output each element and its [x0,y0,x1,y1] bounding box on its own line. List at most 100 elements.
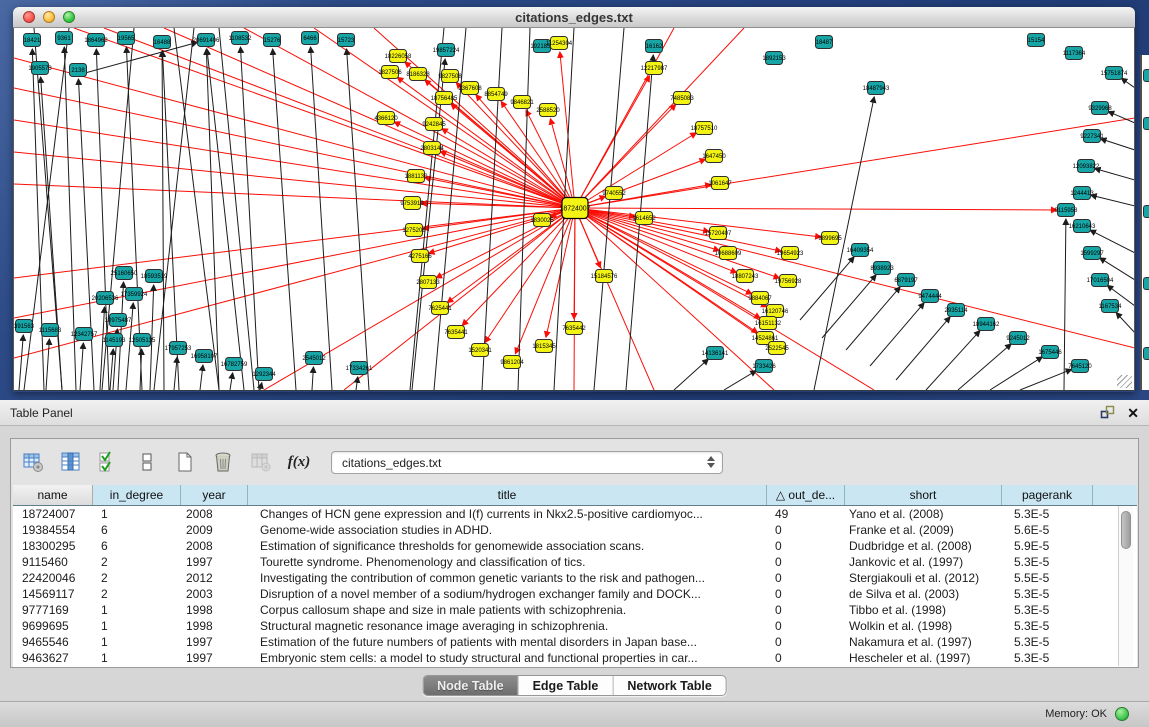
graph-node[interactable]: 4275166 [408,250,432,263]
graph-node[interactable]: 15276 [264,34,282,47]
graph-node[interactable]: 1167534 [1099,300,1123,313]
column-header[interactable]: in_degree [93,485,181,505]
graph-node[interactable]: 1614652 [632,212,656,225]
graph-node[interactable]: 1275206 [402,224,426,237]
graph-node[interactable]: 391563 [14,320,35,333]
graph-node[interactable]: 1675446 [1038,346,1062,359]
graph-node[interactable]: 1733426 [752,360,776,373]
float-panel-icon[interactable] [1100,405,1115,420]
column-header[interactable]: year [181,485,248,505]
graph-node[interactable]: 2545012 [302,352,326,365]
graph-node[interactable]: 6879197 [894,274,918,287]
graph-node[interactable]: 9242845 [422,118,446,131]
create-column-icon[interactable] [173,450,197,474]
table-selector-dropdown[interactable]: citations_edges.txt [331,451,723,474]
close-panel-icon[interactable]: ✕ [1127,406,1139,420]
graph-node[interactable]: 2522545 [765,342,789,355]
graph-node[interactable]: 15720407 [705,227,732,240]
graph-node[interactable]: 20691406 [193,34,220,47]
column-header[interactable]: name [13,485,93,505]
graph-node[interactable]: 17957253 [165,342,192,355]
graph-node[interactable]: 8938923 [870,262,894,275]
graph-node[interactable]: 19565 [118,32,136,45]
graph-node[interactable]: 17359924 [121,288,148,301]
row-height-icon[interactable] [135,450,159,474]
graph-node[interactable]: 18487943 [863,82,890,95]
column-header[interactable]: short [845,485,1002,505]
graph-node[interactable]: 18487 [816,36,834,49]
table-row[interactable]: 911546021997Tourette syndrome. Phenomeno… [13,554,1137,570]
graph-node[interactable]: 2803144 [420,142,444,155]
table-row[interactable]: 1938455462009Genome-wide association stu… [13,522,1137,538]
table-row[interactable]: 977716911998Corpus callosum shape and si… [13,602,1137,618]
graph-node[interactable]: 12217987 [641,62,668,75]
graph-node[interactable]: 9827508 [438,70,462,83]
graph-node[interactable]: 1905573 [28,62,52,75]
graph-node[interactable]: 16151132 [755,317,782,330]
graph-node[interactable]: 1815345 [532,340,556,353]
table-row[interactable]: 1830029562008Estimation of significance … [13,538,1137,554]
tab-edge-table[interactable]: Edge Table [519,676,614,695]
graph-node[interactable]: 2807133 [416,276,440,289]
tab-node-table[interactable]: Node Table [423,676,518,695]
graph-node[interactable]: 1892153 [762,52,786,65]
table-scrollbar-thumb[interactable] [1121,511,1131,549]
graph-node[interactable]: 18807243 [732,270,759,283]
network-canvas[interactable]: 1842193611864962195651648820691406110853… [13,28,1135,391]
graph-node[interactable]: 16162 [646,40,664,53]
graph-node[interactable]: 9884067 [748,292,772,305]
graph-node[interactable]: 12342757 [71,328,98,341]
function-builder-icon[interactable]: f(x) [287,450,311,474]
table-row[interactable]: 969969511998Structural magnetic resonanc… [13,618,1137,634]
graph-node[interactable]: 7625441 [428,302,452,315]
select-columns-icon[interactable] [59,450,83,474]
graph-node[interactable]: 1061647 [708,177,732,190]
graph-node[interactable]: 7635441 [444,326,468,339]
graph-node[interactable]: 9846821 [510,96,534,109]
tab-network-table[interactable]: Network Table [613,676,726,695]
table-row[interactable]: 946554611997Estimation of the future num… [13,634,1137,650]
delete-column-icon[interactable] [211,450,235,474]
graph-node[interactable]: 1599297 [1080,247,1104,260]
window-resize-grip[interactable] [1117,375,1132,388]
graph-node[interactable]: 7485083 [670,92,694,105]
graph-node[interactable]: 1244413 [1070,187,1094,200]
table-mode-icon[interactable] [21,450,45,474]
graph-node[interactable]: 1520341 [468,344,492,357]
graph-node[interactable]: 1830025 [530,214,554,227]
graph-node[interactable]: 18944162 [973,318,1000,331]
graph-hub-node[interactable]: 18724007 [559,198,590,219]
graph-node[interactable]: 12093822 [1073,160,1100,173]
graph-node[interactable]: 9899695 [818,232,842,245]
table-scrollbar[interactable] [1118,506,1133,666]
graph-node[interactable]: 1647450 [702,150,726,163]
graph-node[interactable]: 9115958 [1055,204,1079,217]
graph-node[interactable]: 2588520 [536,104,560,117]
graph-node[interactable]: 18421 [24,34,42,47]
graph-node[interactable]: 8854749 [484,88,508,101]
graph-node[interactable]: 1881130 [405,170,429,183]
graph-node[interactable]: 15723 [338,34,356,47]
graph-node[interactable]: 15751874 [1101,67,1128,80]
graph-node[interactable]: 16409354 [847,244,874,257]
table-row[interactable]: 946362711997Embryonic stem cells: a mode… [13,650,1137,666]
graph-node[interactable]: 15184576 [591,270,618,283]
graph-node[interactable]: 9740552 [602,187,626,200]
graph-node[interactable]: 9245012 [1006,332,1030,345]
graph-node[interactable]: 17334261 [346,362,373,375]
graph-node[interactable]: 18757510 [691,122,718,135]
graph-node[interactable]: 19756928 [775,275,802,288]
graph-node[interactable]: 9861204 [500,356,524,369]
selection-helpers-icon[interactable] [97,450,121,474]
network-window-titlebar[interactable]: citations_edges.txt [13,7,1135,28]
graph-node[interactable]: 9329968 [1088,102,1112,115]
graph-node[interactable]: 9753918 [400,197,424,210]
graph-node[interactable]: 17016504 [1087,274,1114,287]
graph-node[interactable]: 8186328 [406,68,430,81]
graph-node[interactable]: 15154 [1028,34,1046,47]
column-header[interactable]: title [248,485,767,505]
graph-node[interactable]: 16782759 [221,358,248,371]
graph-node[interactable]: 1827506 [378,66,402,79]
table-row[interactable]: 1456911722003Disruption of a novel membe… [13,586,1137,602]
graph-node[interactable]: 19654923 [777,247,804,260]
